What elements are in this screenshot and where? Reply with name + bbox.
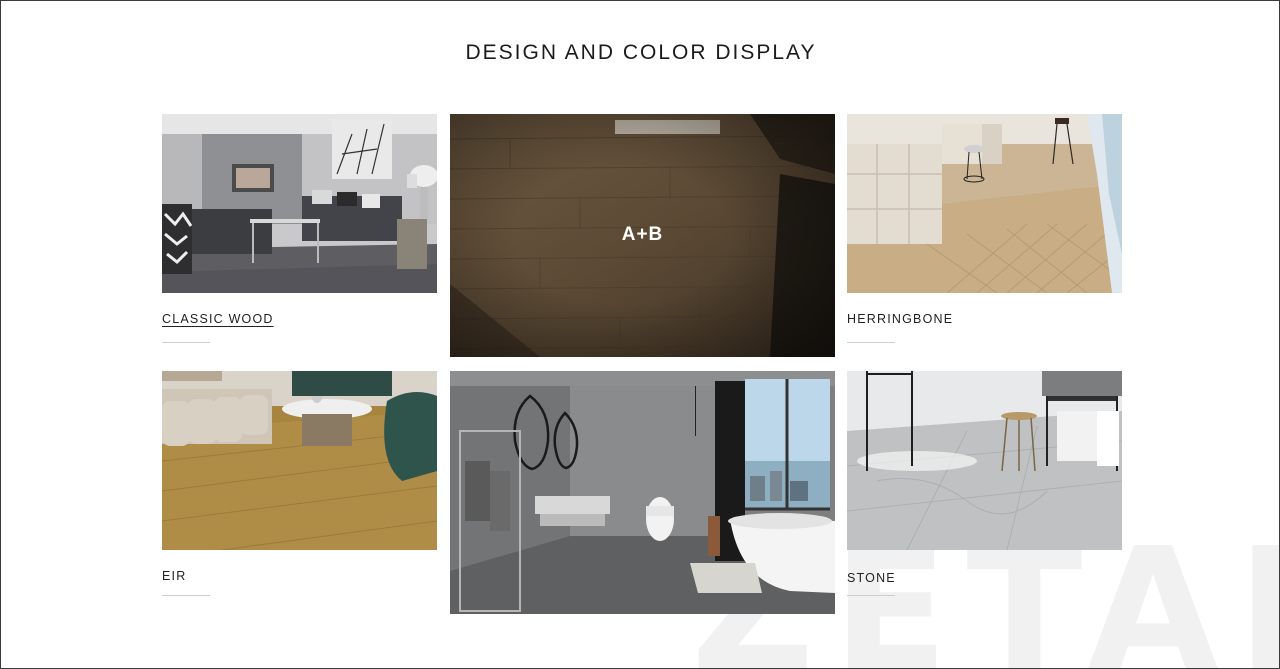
herringbone-divider bbox=[847, 342, 895, 343]
page-title: DESIGN AND COLOR DISPLAY bbox=[465, 41, 817, 64]
herringbone-image[interactable] bbox=[847, 114, 1122, 293]
classic-wood-divider bbox=[162, 342, 210, 343]
stone-label[interactable]: STONE bbox=[847, 571, 896, 585]
feature-bathroom[interactable] bbox=[450, 371, 835, 614]
feature-a-plus-b[interactable]: A+B bbox=[450, 114, 835, 357]
stone-image[interactable] bbox=[847, 371, 1122, 550]
classic-wood-label[interactable]: CLASSIC WOOD bbox=[162, 312, 274, 326]
stone-divider bbox=[847, 595, 895, 596]
card-classic-wood[interactable]: CLASSIC WOOD bbox=[162, 114, 437, 349]
classic-wood-image[interactable] bbox=[162, 114, 437, 293]
page-frame: ZETAI DESIGN AND COLOR DISPLAY CLASSIC W… bbox=[0, 0, 1280, 669]
feature-overlay-text: A+B bbox=[621, 224, 664, 245]
eir-label[interactable]: EIR bbox=[162, 569, 186, 583]
card-herringbone[interactable]: HERRINGBONE bbox=[847, 114, 1122, 349]
eir-divider bbox=[162, 595, 210, 596]
card-eir[interactable]: EIR bbox=[162, 371, 437, 606]
card-stone[interactable]: STONE bbox=[847, 371, 1122, 606]
herringbone-label[interactable]: HERRINGBONE bbox=[847, 312, 953, 326]
eir-image[interactable] bbox=[162, 371, 437, 550]
